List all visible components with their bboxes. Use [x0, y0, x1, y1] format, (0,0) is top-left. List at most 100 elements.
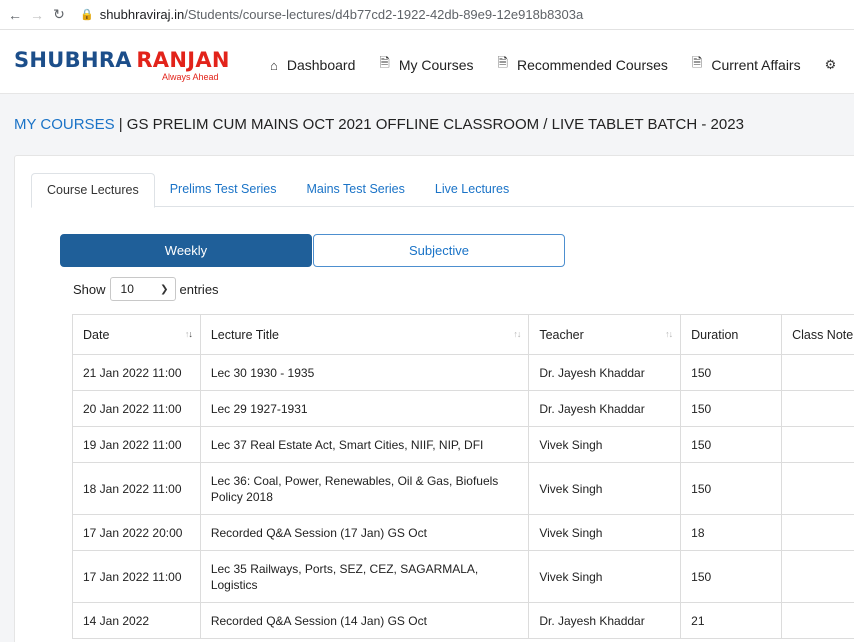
cell-date: 21 Jan 2022 11:00	[72, 354, 201, 391]
course-tabs: Course Lectures Prelims Test Series Main…	[31, 173, 854, 208]
cell-class-notes: NA	[781, 602, 854, 639]
weekly-button[interactable]: Weekly	[60, 234, 312, 267]
cell-class-notes: NA	[781, 390, 854, 427]
logo-tagline: Always Ahead	[162, 72, 219, 82]
cell-class-notes: NA	[781, 426, 854, 463]
view-toggle: Weekly Subjective	[60, 234, 565, 267]
home-icon: ⌂	[270, 57, 278, 73]
nav-more[interactable]: ⚙	[825, 54, 846, 76]
cell-lecture-title[interactable]: Lec 37 Real Estate Act, Smart Cities, NI…	[199, 426, 530, 463]
nav-dashboard-label: Dashboard	[286, 57, 356, 73]
header-title-label: Lecture Title	[210, 327, 279, 342]
entries-length-control: Show 10 ❯ entries	[73, 277, 219, 301]
entries-select-value: 10	[120, 282, 134, 296]
settings-icon: ⚙	[824, 57, 837, 72]
url-host: shubhraviraj.in	[99, 7, 185, 22]
main-nav: ⌂ Dashboard 🗎 My Courses 🗎 Recommended C…	[270, 54, 845, 76]
table-row: 18 Jan 2022 11:00 Lec 36: Coal, Power, R…	[72, 462, 854, 515]
table-row: 17 Jan 2022 20:00 Recorded Q&A Session (…	[72, 514, 854, 551]
table-row: 14 Jan 2022 Recorded Q&A Session (14 Jan…	[72, 602, 854, 639]
lectures-table-wrapper: Date ↑↓ Lecture Title ↑↓ Teacher ↑↓ Duratio…	[72, 314, 854, 639]
document-icon: 🗎	[691, 55, 703, 70]
cell-duration: 21	[680, 602, 783, 639]
cell-teacher: Dr. Jayesh Khaddar	[528, 602, 682, 639]
cell-duration: 150	[680, 426, 783, 463]
header-lecture-title[interactable]: Lecture Title ↑↓	[199, 314, 530, 355]
header-class-notes[interactable]: Class Note	[781, 314, 854, 355]
cell-class-notes: NA	[781, 514, 854, 551]
nav-dashboard[interactable]: ⌂ Dashboard	[270, 54, 355, 76]
cell-class-notes: NA	[781, 354, 854, 391]
cell-teacher: Vivek Singh	[528, 550, 682, 603]
sort-icon: ↑↓	[184, 329, 193, 339]
header-teacher-label: Teacher	[539, 327, 584, 342]
table-row: 19 Jan 2022 11:00 Lec 37 Real Estate Act…	[72, 426, 854, 463]
cell-teacher: Vivek Singh	[528, 426, 682, 463]
cell-duration: 150	[680, 390, 783, 427]
cell-class-notes: NA	[781, 462, 854, 515]
cell-class-notes: NA	[781, 550, 854, 603]
cell-teacher: Dr. Jayesh Khaddar	[528, 390, 682, 427]
cell-teacher: Vivek Singh	[528, 514, 682, 551]
entries-select[interactable]: 10 ❯	[109, 277, 176, 301]
cell-duration: 18	[680, 514, 783, 551]
logo-word-ranjan: RANJAN	[136, 48, 230, 72]
header-duration-label: Duration	[691, 327, 739, 342]
site-logo[interactable]: SHUBHRA RANJAN Always Ahead	[14, 48, 230, 82]
cell-date: 18 Jan 2022 11:00	[72, 462, 201, 515]
site-header: SHUBHRA RANJAN Always Ahead ⌂ Dashboard …	[0, 30, 854, 94]
reload-icon[interactable]: ↻	[48, 6, 70, 23]
nav-current-affairs[interactable]: 🗎 Current Affairs	[692, 54, 801, 76]
course-card: Course Lectures Prelims Test Series Main…	[14, 155, 854, 642]
header-date-label: Date	[83, 327, 110, 342]
cell-duration: 150	[680, 354, 783, 391]
tab-mains-test-series[interactable]: Mains Test Series	[291, 173, 419, 207]
cell-lecture-title[interactable]: Lec 30 1930 - 1935	[199, 354, 530, 391]
nav-current-affairs-label: Current Affairs	[711, 57, 801, 73]
chevron-down-icon: ❯	[160, 283, 169, 295]
cell-date: 19 Jan 2022 11:00	[72, 426, 201, 463]
table-row: 17 Jan 2022 11:00 Lec 35 Railways, Ports…	[72, 550, 854, 603]
header-notes-label: Class Note	[792, 327, 854, 342]
sort-icon: ↑↓	[665, 329, 673, 339]
browser-address-bar: ← → ↻ 🔒 shubhraviraj.in/Students/course-…	[0, 0, 854, 30]
table-row: 20 Jan 2022 11:00 Lec 29 1927-1931 Dr. J…	[72, 390, 854, 427]
forward-arrow-icon[interactable]: →	[26, 7, 48, 23]
table-header-row: Date ↑↓ Lecture Title ↑↓ Teacher ↑↓ Duratio…	[72, 314, 854, 355]
lock-icon: 🔒	[80, 9, 94, 21]
header-date[interactable]: Date ↑↓	[72, 314, 201, 355]
cell-teacher: Dr. Jayesh Khaddar	[528, 354, 682, 391]
document-icon: 🗎	[379, 55, 390, 70]
url-field[interactable]: 🔒 shubhraviraj.in/Students/course-lectur…	[80, 7, 583, 22]
logo-word-shubhra: SHUBHRA	[14, 48, 132, 72]
page-title: MY COURSES | GS PRELIM CUM MAINS OCT 202…	[14, 116, 744, 133]
cell-date: 14 Jan 2022	[72, 602, 201, 639]
nav-my-courses[interactable]: 🗎 My Courses	[379, 54, 473, 76]
back-arrow-icon[interactable]: ←	[4, 7, 26, 23]
cell-lecture-title[interactable]: Lec 35 Railways, Ports, SEZ, CEZ, SAGARM…	[199, 550, 530, 603]
tab-prelims-test-series[interactable]: Prelims Test Series	[155, 173, 292, 207]
course-title: | GS PRELIM CUM MAINS OCT 2021 OFFLINE C…	[114, 116, 744, 133]
tab-live-lectures[interactable]: Live Lectures	[420, 173, 524, 207]
url-path: /Students/course-lectures/d4b77cd2-1922-…	[184, 7, 584, 22]
nav-recommended-courses[interactable]: 🗎 Recommended Courses	[498, 54, 668, 76]
subjective-button[interactable]: Subjective	[313, 234, 565, 267]
cell-duration: 150	[680, 462, 783, 515]
cell-lecture-title[interactable]: Recorded Q&A Session (17 Jan) GS Oct	[199, 514, 530, 551]
cell-date: 17 Jan 2022 20:00	[72, 514, 201, 551]
lectures-table: Date ↑↓ Lecture Title ↑↓ Teacher ↑↓ Duratio…	[72, 314, 854, 639]
cell-lecture-title[interactable]: Lec 29 1927-1931	[199, 390, 530, 427]
document-icon: 🗎	[497, 55, 508, 70]
nav-recommended-courses-label: Recommended Courses	[516, 57, 668, 73]
tab-course-lectures[interactable]: Course Lectures	[31, 173, 155, 208]
nav-my-courses-label: My Courses	[398, 57, 474, 73]
cell-date: 20 Jan 2022 11:00	[72, 390, 201, 427]
header-duration[interactable]: Duration	[680, 314, 783, 355]
cell-teacher: Vivek Singh	[528, 462, 682, 515]
show-label: Show	[73, 281, 106, 297]
cell-lecture-title[interactable]: Recorded Q&A Session (14 Jan) GS Oct	[199, 602, 530, 639]
sort-icon: ↑↓	[513, 329, 521, 339]
cell-lecture-title[interactable]: Lec 36: Coal, Power, Renewables, Oil & G…	[199, 462, 530, 515]
my-courses-breadcrumb-link[interactable]: MY COURSES	[14, 116, 115, 133]
header-teacher[interactable]: Teacher ↑↓	[528, 314, 682, 355]
